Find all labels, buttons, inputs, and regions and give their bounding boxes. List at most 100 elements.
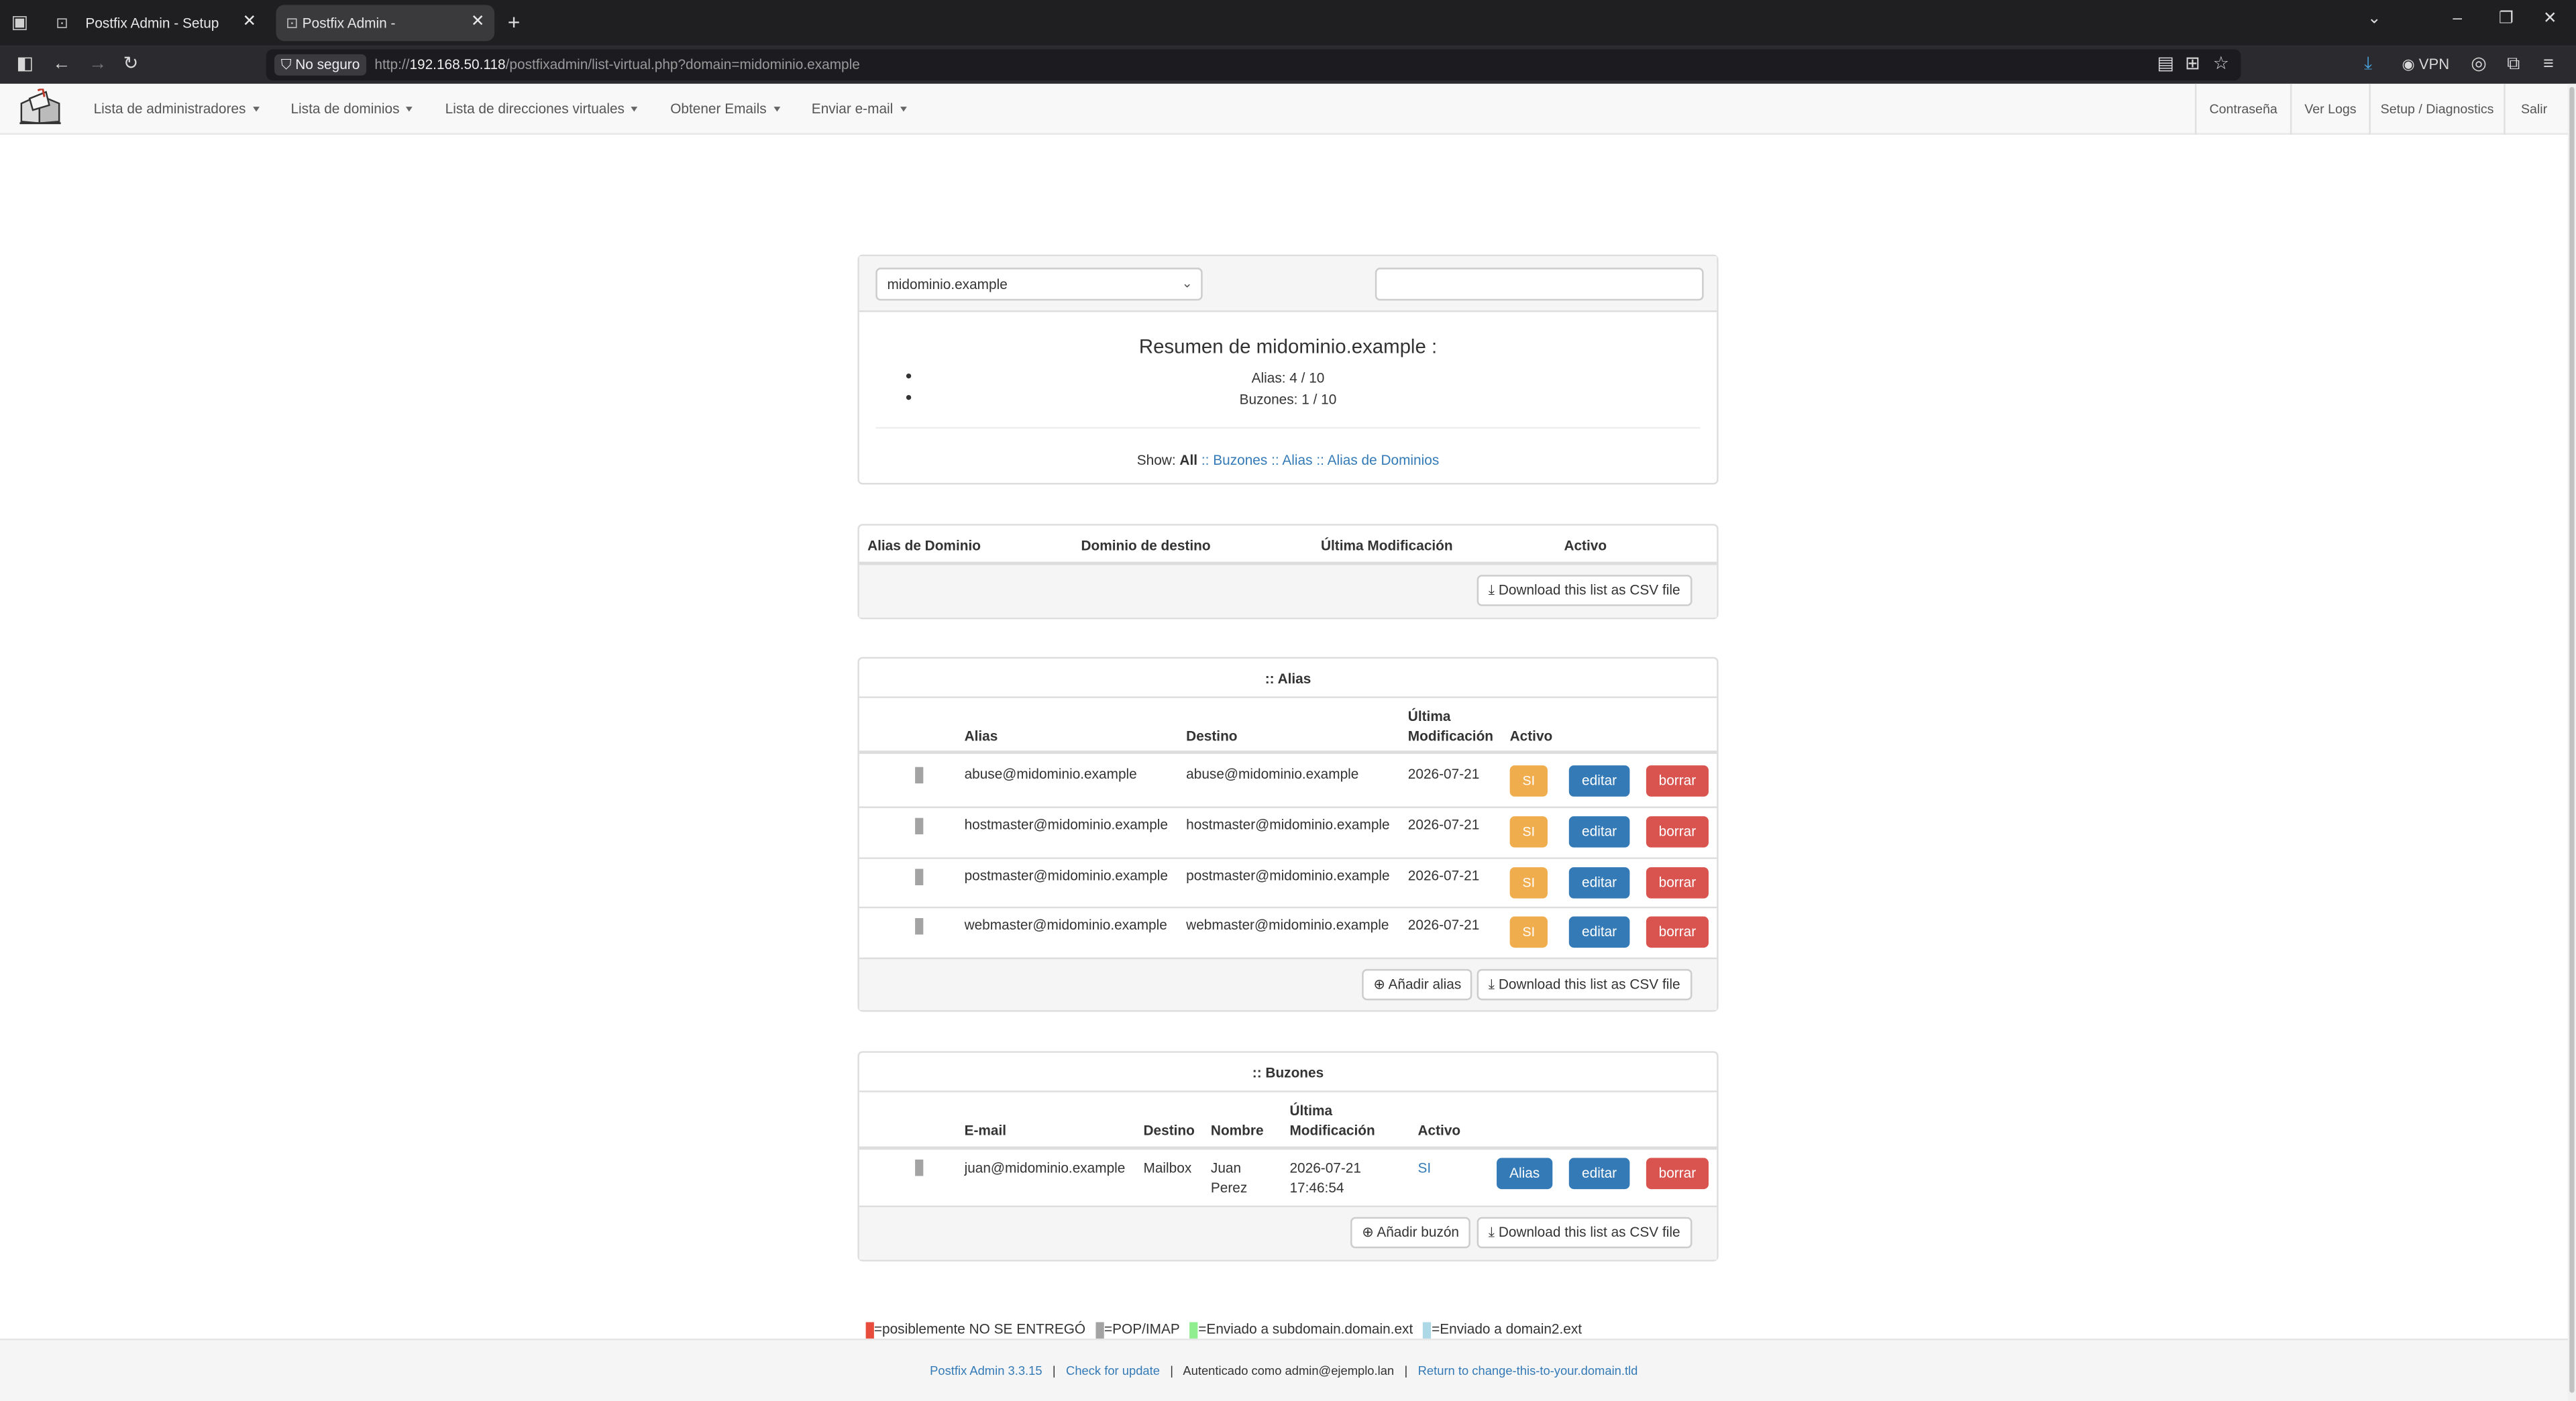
mailboxes-title: :: Buzones (1252, 1064, 1324, 1081)
overview-item: Alias: 4 / 10 (1251, 370, 1325, 386)
menu-sendmail[interactable]: Enviar e-mail (812, 100, 906, 117)
mailbox-name: Perez (1210, 1179, 1248, 1196)
modified-date: 2026-07-21 (1407, 867, 1480, 884)
csv-download-button[interactable]: ⤓ Download this list as CSV file (1477, 968, 1692, 1001)
download-icon[interactable]: ⤓ (2364, 54, 2372, 74)
csv-download-button[interactable]: ⤓ Download this list as CSV file (1477, 575, 1692, 606)
divider (859, 696, 1717, 698)
install-icon[interactable]: ⊞ (2185, 54, 2200, 74)
edit-button[interactable]: editar (1568, 916, 1630, 948)
edit-button[interactable]: editar (1568, 765, 1630, 797)
overview-item: Buzones: 1 / 10 (1239, 390, 1337, 408)
bullet: ● (905, 392, 912, 404)
active-toggle-button[interactable]: SI (1509, 867, 1548, 899)
menu-fetchmail[interactable]: Obtener Emails (670, 100, 780, 117)
separator: | (1052, 1363, 1056, 1378)
active-toggle-button[interactable]: SI (1509, 765, 1548, 797)
download-icon: ⤓ (1488, 581, 1495, 598)
edit-button[interactable]: editar (1568, 816, 1630, 848)
security-indicator[interactable]: ⛉ No seguro (274, 54, 367, 76)
version-link[interactable]: Postfix Admin 3.3.15 (930, 1363, 1042, 1378)
setup-button[interactable]: Setup / Diagnostics (2369, 83, 2504, 135)
page-scrollbar[interactable] (2567, 83, 2576, 1401)
close-icon[interactable]: ✕ (242, 5, 256, 41)
tab-list-icon[interactable]: ⌄ (2367, 10, 2381, 28)
separator: :: (1316, 451, 1324, 468)
overview-panel: midominio.example ⌄ Resumen de midominio.… (857, 254, 1719, 485)
active-toggle-button[interactable]: SI (1509, 916, 1548, 948)
back-icon[interactable]: ← (52, 54, 70, 74)
scrollbar-thumb[interactable] (2569, 87, 2575, 1393)
menu-admins[interactable]: Lista de administradores (93, 100, 259, 117)
view-logs-button[interactable]: Ver Logs (2290, 83, 2369, 135)
alias-button[interactable]: Alias (1497, 1158, 1553, 1190)
new-tab-icon[interactable]: + (508, 10, 521, 35)
alias-address: webmaster@midominio.example (964, 916, 1167, 934)
sidebar-icon[interactable]: ◧ (16, 54, 33, 74)
legend-swatch (1095, 1321, 1104, 1339)
url-text[interactable]: http://192.168.50.118/postfixadmin/list-… (374, 56, 859, 72)
bookmark-star-icon[interactable]: ☆ (2213, 54, 2229, 74)
tab-label: Postfix Admin - Setup (85, 15, 219, 32)
add-alias-button[interactable]: ⊕ Añadir alias (1362, 968, 1473, 1001)
delete-button[interactable]: borrar (1646, 765, 1709, 797)
window-close-icon[interactable]: ✕ (2543, 10, 2557, 28)
reload-icon[interactable]: ↻ (123, 54, 139, 74)
show-domain-aliases-link[interactable]: Alias de Dominios (1328, 451, 1440, 467)
forward-icon[interactable]: → (89, 54, 107, 74)
password-button[interactable]: Contraseña (2194, 83, 2290, 135)
add-mailbox-button[interactable]: ⊕ Añadir buzón (1350, 1217, 1471, 1249)
extensions-icon[interactable]: ⧉ (2507, 54, 2520, 74)
browser-tab-setup[interactable]: ⊡ Postfix Admin - Setup ✕ (36, 5, 266, 41)
csv-download-button[interactable]: ⤓ Download this list as CSV file (1477, 1217, 1692, 1249)
show-mailboxes-link[interactable]: Buzones (1213, 451, 1267, 467)
pop-imap-marker (915, 868, 924, 886)
aliases-panel: :: Alias Alias Destino Última Modificaci… (857, 657, 1719, 1012)
alias-destination: abuse@midominio.example (1186, 765, 1359, 782)
page-icon: ⊡ (286, 15, 299, 32)
menu-label: Lista de dominios (290, 100, 400, 117)
pop-imap-marker (915, 818, 924, 835)
modified-date: 2026-07-21 (1289, 1159, 1361, 1176)
delete-button[interactable]: borrar (1646, 916, 1709, 948)
show-aliases-link[interactable]: Alias (1282, 451, 1312, 467)
search-input[interactable] (1375, 268, 1704, 301)
modified-date: 2026-07-21 (1407, 916, 1480, 934)
mailbox-destination: Mailbox (1143, 1159, 1192, 1176)
delete-button[interactable]: borrar (1646, 1158, 1709, 1190)
delete-button[interactable]: borrar (1646, 867, 1709, 899)
alias-destination: webmaster@midominio.example (1186, 916, 1389, 934)
edit-button[interactable]: editar (1568, 1158, 1630, 1190)
domain-aliases-panel: Alias de Dominio Dominio de destino Últi… (857, 524, 1719, 620)
postfixadmin-logo[interactable] (16, 89, 65, 128)
address-bar[interactable]: ⛉ No seguro http://192.168.50.118/postfi… (266, 49, 2241, 81)
minimize-icon[interactable]: – (2453, 10, 2462, 28)
menu-virtual[interactable]: Lista de direcciones virtuales (445, 100, 638, 117)
security-label: No seguro (295, 56, 360, 72)
tab-overview-icon[interactable]: ▣ (10, 13, 30, 33)
browser-tab-active[interactable]: ⊡ Postfix Admin - 192.168.50.118 ✕ (276, 5, 495, 67)
menu-icon[interactable]: ≡ (2543, 54, 2554, 74)
menu-label: Lista de direcciones virtuales (445, 100, 625, 117)
delete-button[interactable]: borrar (1646, 816, 1709, 848)
reader-icon[interactable]: ▤ (2157, 54, 2174, 74)
edit-button[interactable]: editar (1568, 867, 1630, 899)
vpn-button[interactable]: ◉ VPN (2402, 54, 2449, 74)
vpn-label: VPN (2418, 56, 2450, 72)
restore-icon[interactable]: ❐ (2499, 10, 2514, 28)
menu-label: Lista de administradores (93, 100, 246, 117)
close-icon[interactable]: ✕ (471, 5, 485, 41)
menu-domains[interactable]: Lista de dominios (290, 100, 413, 117)
active-link[interactable]: SI (1417, 1160, 1431, 1176)
domain-select[interactable]: midominio.example ⌄ (875, 268, 1203, 301)
col-header: Activo (1417, 1121, 1461, 1139)
button-label: Download this list as CSV file (1498, 581, 1680, 598)
return-link[interactable]: Return to change-this-to-your.domain.tld (1418, 1363, 1638, 1378)
legend-swatch (865, 1321, 874, 1339)
logout-button[interactable]: Salir (2504, 83, 2563, 135)
active-toggle-button[interactable]: SI (1509, 816, 1548, 848)
account-icon[interactable]: ◎ (2471, 54, 2487, 74)
show-filter: Show: All :: Buzones :: Alias :: Alias d… (859, 451, 1717, 467)
check-update-link[interactable]: Check for update (1066, 1363, 1160, 1378)
divider (859, 806, 1717, 808)
